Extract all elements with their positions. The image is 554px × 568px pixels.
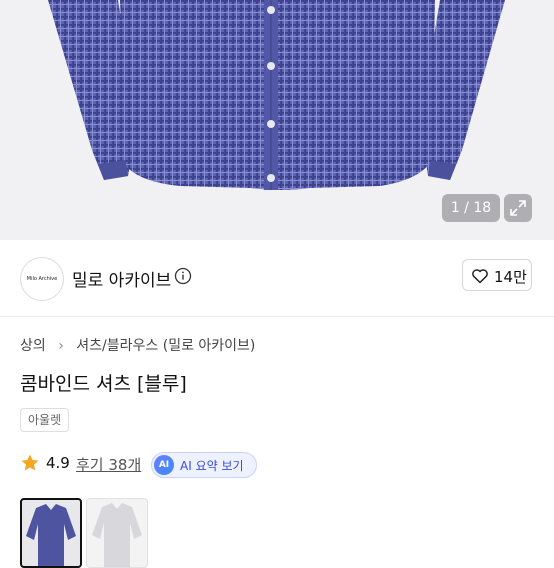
expand-button[interactable]: [504, 194, 532, 222]
breadcrumb-item[interactable]: 상의: [20, 338, 46, 354]
heart-icon: [472, 269, 488, 284]
outlet-tag: 아울렛: [20, 408, 70, 432]
breadcrumb-item[interactable]: 셔츠/블라우스 (밀로 아카이브): [76, 338, 255, 354]
ai-summary-label: AI 요약 보기: [180, 459, 244, 473]
ai-icon: AI: [154, 455, 174, 475]
image-counter: 1 / 18: [442, 194, 500, 222]
star-icon: [21, 454, 39, 471]
product-image[interactable]: 1 / 18: [0, 0, 554, 240]
thumbnail-grey[interactable]: [86, 498, 148, 568]
product-title: 콤바인드 셔츠 [블루]: [20, 373, 187, 395]
rating-value: 4.9: [46, 454, 70, 472]
like-count: 14만: [494, 268, 527, 286]
chevron-right-icon: ›: [58, 338, 64, 354]
info-icon[interactable]: [174, 267, 192, 285]
store-row: Milo Archive 밀로 아카이브 14만: [0, 240, 554, 317]
expand-icon: [510, 200, 526, 216]
reviews-link[interactable]: 후기 38개: [76, 454, 141, 475]
like-button[interactable]: 14만: [462, 259, 532, 291]
store-logo[interactable]: Milo Archive: [20, 257, 64, 301]
thumbnail-shirt-grey: [92, 503, 142, 567]
store-logo-text: Milo Archive: [26, 276, 58, 282]
thumbnail-shirt-blue: [26, 504, 76, 566]
breadcrumb: 상의 › 셔츠/블라우스 (밀로 아카이브): [20, 335, 255, 355]
ai-summary-button[interactable]: AI AI 요약 보기: [151, 452, 257, 478]
store-name[interactable]: 밀로 아카이브: [72, 266, 171, 291]
thumbnail-blue[interactable]: [20, 498, 82, 568]
